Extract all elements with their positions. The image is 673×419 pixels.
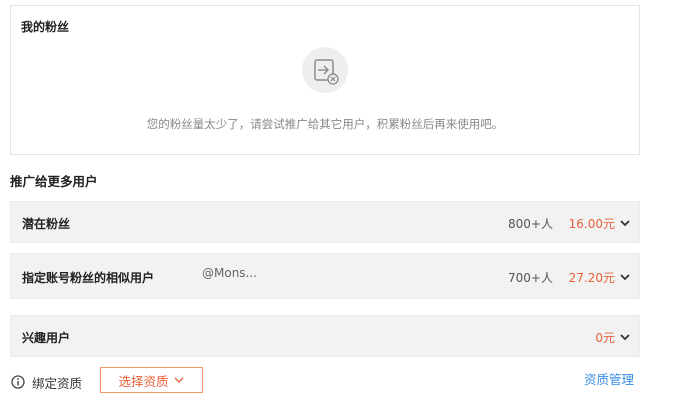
bind-qualification-label: 绑定资质: [32, 376, 83, 391]
my-fans-title: 我的粉丝: [21, 20, 70, 34]
row-label: 兴趣用户: [22, 331, 71, 345]
info-icon: [11, 375, 25, 389]
row-label: 指定账号粉丝的相似用户: [22, 271, 155, 285]
row-count: 800+人: [508, 217, 553, 231]
promote-section-title: 推广给更多用户: [10, 174, 98, 189]
chevron-down-icon[interactable]: [619, 331, 631, 343]
promote-row-potential-fans[interactable]: 潜在粉丝 800+人 16.00元: [10, 201, 640, 243]
row-price: 0元: [595, 331, 615, 345]
chevron-down-icon: [174, 377, 183, 383]
target-account: @Mons...: [202, 266, 257, 280]
chevron-down-icon[interactable]: [619, 217, 631, 229]
select-qualification-button[interactable]: 选择资质: [100, 367, 203, 393]
row-count: 700+人: [508, 271, 553, 285]
row-label: 潜在粉丝: [22, 217, 71, 231]
export-icon: [302, 47, 348, 93]
promote-row-interest-users[interactable]: 兴趣用户 0元: [10, 315, 640, 357]
select-qualification-label: 选择资质: [118, 373, 169, 389]
promote-row-similar-users[interactable]: 指定账号粉丝的相似用户 @Mons... 700+人 27.20元: [10, 253, 640, 299]
qualification-management-link[interactable]: 资质管理: [584, 369, 634, 388]
my-fans-card: 我的粉丝 您的粉丝量太少了，请尝试推广给其它用户，积累粉丝后再来使用吧。: [10, 5, 640, 155]
chevron-down-icon[interactable]: [619, 271, 631, 283]
row-price: 27.20元: [568, 271, 615, 285]
empty-fans-message: 您的粉丝量太少了，请尝试推广给其它用户，积累粉丝后再来使用吧。: [146, 117, 504, 131]
row-price: 16.00元: [568, 217, 615, 231]
